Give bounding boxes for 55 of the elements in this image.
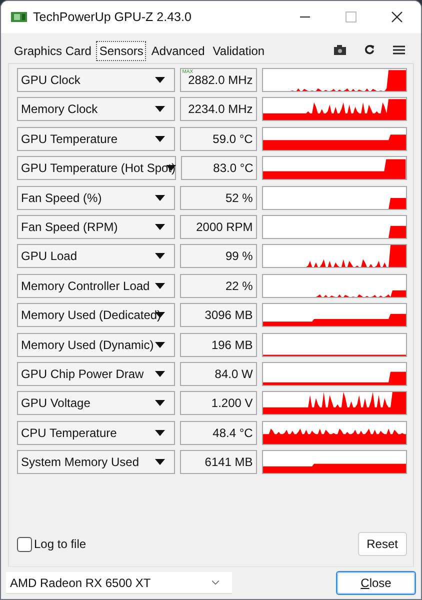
chevron-down-icon <box>211 580 220 585</box>
sensor-name-dropdown[interactable]: Fan Speed (RPM) <box>17 214 176 239</box>
sensor-value: 59.0 °C <box>180 126 257 151</box>
graphics-card-icon <box>11 11 27 23</box>
sensor-value: 22 % <box>180 274 257 298</box>
sensor-name-dropdown[interactable]: Fan Speed (%) <box>17 186 176 210</box>
device-dropdown[interactable]: AMD Radeon RX 6500 XT <box>6 572 232 594</box>
sensor-name-dropdown[interactable]: System Memory Used <box>17 450 176 474</box>
sensor-value: 84.0 W <box>180 362 257 386</box>
tab[interactable]: Graphics Card <box>11 41 94 61</box>
tab[interactable]: Advanced <box>148 41 208 61</box>
window-title: TechPowerUp GPU-Z 2.43.0 <box>33 10 192 24</box>
sensor-value: 2000 RPM <box>180 214 257 239</box>
close-icon[interactable] <box>391 11 403 23</box>
sensor-name-dropdown[interactable]: CPU Temperature <box>17 420 176 445</box>
dropdown-arrow-icon <box>155 253 166 260</box>
dropdown-arrow-icon <box>155 136 166 142</box>
dropdown-arrow-icon <box>155 459 166 466</box>
dropdown-arrow-icon <box>155 106 166 112</box>
checkbox[interactable] <box>17 536 32 552</box>
sensor-name-dropdown[interactable]: Memory Used (Dedicated) <box>17 303 176 328</box>
checkbox-label[interactable]: Log to file <box>34 537 86 551</box>
sensor-value: 3096 MB <box>180 303 257 328</box>
dropdown-arrow-icon <box>155 430 166 436</box>
tab[interactable]: Validation <box>210 41 268 61</box>
sensor-name-dropdown[interactable]: Memory Controller Load <box>17 274 176 298</box>
sensor-value: 2234.0 MHz <box>180 97 257 122</box>
sensor-value: 196 MB <box>180 332 257 357</box>
refresh-icon[interactable] <box>364 44 375 55</box>
dropdown-arrow-icon <box>155 77 166 83</box>
dropdown-arrow-icon <box>155 224 166 230</box>
sensor-name-dropdown[interactable]: GPU Load <box>17 244 176 268</box>
camera-icon[interactable] <box>334 45 346 55</box>
dropdown-arrow-icon <box>166 165 176 172</box>
sensor-value: 6141 MB <box>180 450 257 474</box>
sensor-value: 48.4 °C <box>180 420 257 445</box>
sensor-name-dropdown[interactable]: GPU Clock <box>17 68 176 92</box>
dropdown-arrow-icon <box>155 282 166 289</box>
sensor-name-dropdown[interactable]: Memory Used (Dynamic) <box>17 332 176 357</box>
sensor-value: 99 % <box>180 244 257 268</box>
sensor-value: 83.0 °C <box>181 156 258 180</box>
sensor-value: 52 % <box>180 186 257 210</box>
dropdown-arrow-icon <box>155 342 166 348</box>
sensor-name-dropdown[interactable]: GPU Temperature <box>17 126 176 151</box>
dropdown-arrow-icon <box>155 370 166 377</box>
menu-icon[interactable] <box>393 45 405 55</box>
tab[interactable]: Sensors <box>96 41 146 61</box>
dropdown-arrow-icon <box>155 400 166 406</box>
sensor-name-dropdown[interactable]: GPU Chip Power Draw <box>17 362 176 386</box>
sensor-value: 1.200 V <box>180 391 257 416</box>
sensor-name-dropdown[interactable]: Memory Clock <box>17 97 176 122</box>
sensor-name-dropdown[interactable]: GPU Voltage <box>17 391 176 416</box>
close-button[interactable]: Close <box>336 571 416 595</box>
reset-button[interactable]: Reset <box>358 532 407 556</box>
dropdown-arrow-icon <box>155 194 166 201</box>
